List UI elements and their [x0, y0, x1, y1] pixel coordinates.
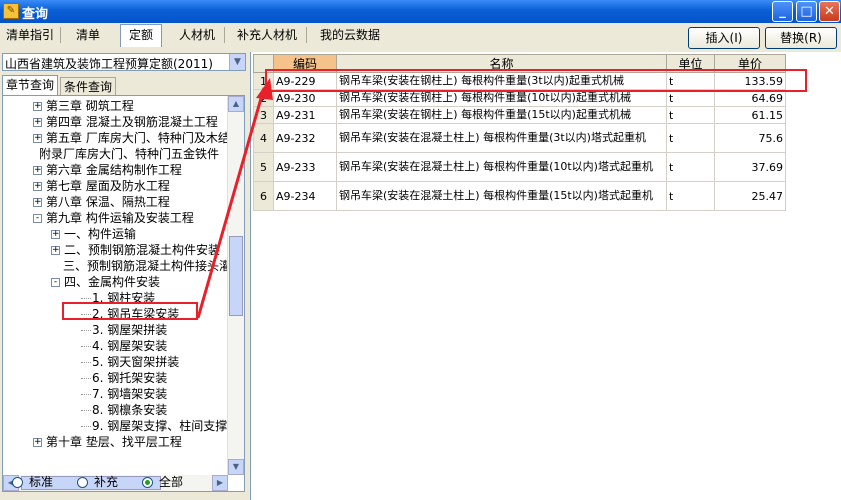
annotation-arrow [196, 78, 273, 319]
